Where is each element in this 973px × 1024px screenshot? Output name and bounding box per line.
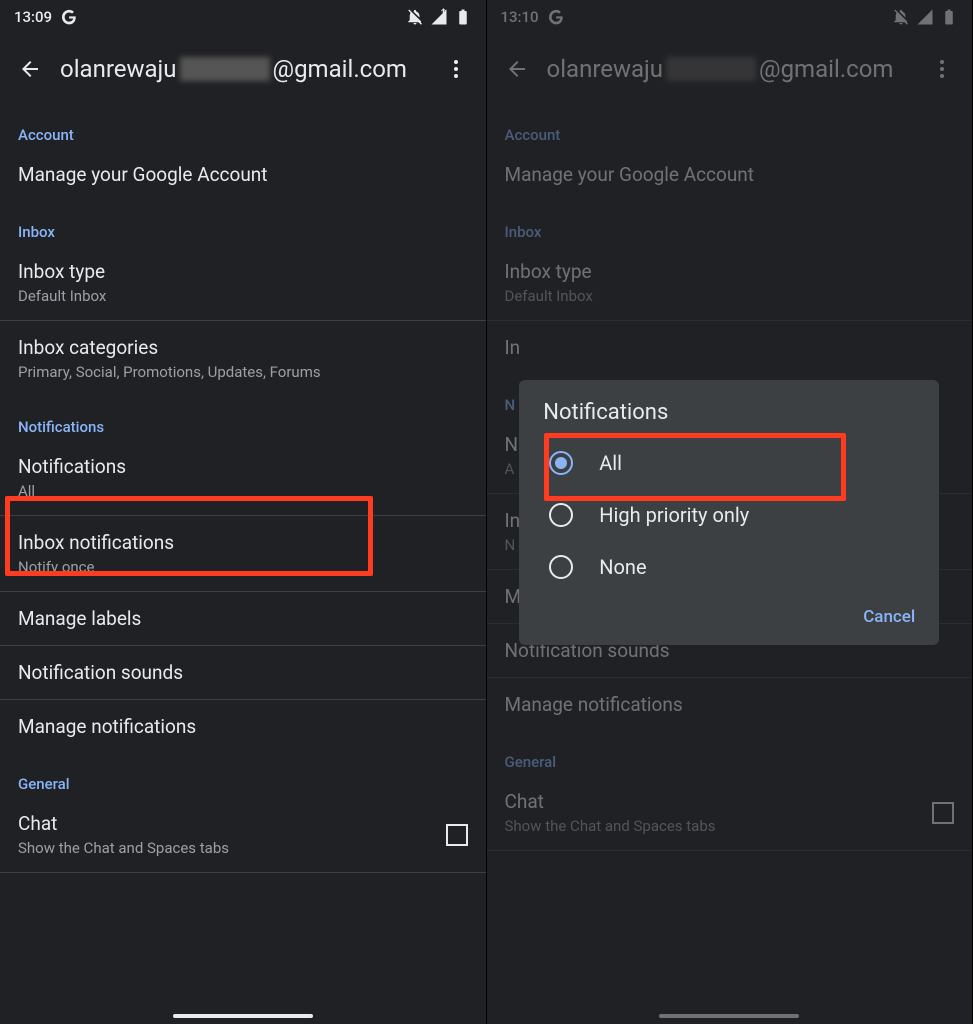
radio-icon[interactable] <box>549 451 573 475</box>
section-account: Account <box>0 104 486 148</box>
battery-icon <box>454 8 472 26</box>
account-email: olanrewaju @gmail.com <box>60 55 426 83</box>
more-vert-icon[interactable] <box>444 57 468 81</box>
email-suffix: @gmail.com <box>273 55 407 83</box>
notifications-dialog: Notifications All High priority only Non… <box>519 380 939 645</box>
inbox-categories-title: Inbox categories <box>18 336 321 359</box>
app-bar: olanrewaju @gmail.com <box>0 34 486 104</box>
row-inbox-categories[interactable]: Inbox categories Primary, Social, Promot… <box>0 321 486 396</box>
inbox-categories-sub: Primary, Social, Promotions, Updates, Fo… <box>18 363 321 381</box>
notifications-title: Notifications <box>18 455 126 478</box>
manage-notifications-label: Manage notifications <box>18 715 196 738</box>
status-time: 13:09 <box>14 8 52 26</box>
row-inbox-type[interactable]: Inbox type Default Inbox <box>0 245 486 320</box>
manage-labels-label: Manage labels <box>18 607 141 630</box>
notifications-sub: All <box>18 482 126 500</box>
row-chat[interactable]: Chat Show the Chat and Spaces tabs <box>0 797 486 872</box>
section-notifications: Notifications <box>0 396 486 440</box>
dialog-overlay[interactable]: Notifications All High priority only Non… <box>487 0 973 1024</box>
email-prefix: olanrewaju <box>60 55 177 83</box>
inbox-notifications-sub: Notify once <box>18 558 174 576</box>
row-manage-account[interactable]: Manage your Google Account <box>0 148 486 201</box>
chat-sub: Show the Chat and Spaces tabs <box>18 839 229 857</box>
screen-left: 13:09 olanrewaju @gmail.com <box>0 0 487 1024</box>
section-inbox: Inbox <box>0 201 486 245</box>
redacted-segment <box>180 57 270 81</box>
row-notification-sounds[interactable]: Notification sounds <box>0 646 486 699</box>
inbox-type-sub: Default Inbox <box>18 287 106 305</box>
row-notifications[interactable]: Notifications All <box>0 440 486 515</box>
radio-label-high: High priority only <box>599 503 749 527</box>
manage-account-label: Manage your Google Account <box>18 163 268 186</box>
row-manage-labels[interactable]: Manage labels <box>0 592 486 645</box>
home-indicator[interactable] <box>173 1014 313 1018</box>
radio-label-none: None <box>599 555 646 579</box>
radio-icon[interactable] <box>549 503 573 527</box>
chat-checkbox[interactable] <box>446 824 468 846</box>
screen-right: 13:10 olanrewaju @gmail.com <box>487 0 973 1024</box>
radio-option-high[interactable]: High priority only <box>519 489 939 541</box>
row-inbox-notifications[interactable]: Inbox notifications Notify once <box>0 516 486 591</box>
google-icon <box>60 8 78 26</box>
row-manage-notifications[interactable]: Manage notifications <box>0 700 486 753</box>
dnd-icon <box>406 8 424 26</box>
divider <box>0 872 486 873</box>
notification-sounds-label: Notification sounds <box>18 661 183 684</box>
status-bar: 13:09 <box>0 0 486 34</box>
radio-option-all[interactable]: All <box>519 437 939 489</box>
radio-icon[interactable] <box>549 555 573 579</box>
back-icon[interactable] <box>18 57 42 81</box>
radio-option-none[interactable]: None <box>519 541 939 593</box>
chat-title: Chat <box>18 812 229 835</box>
inbox-notifications-title: Inbox notifications <box>18 531 174 554</box>
section-general: General <box>0 753 486 797</box>
inbox-type-title: Inbox type <box>18 260 106 283</box>
signal-icon <box>430 8 448 26</box>
radio-label-all: All <box>599 451 622 475</box>
cancel-button[interactable]: Cancel <box>863 607 915 627</box>
dialog-title: Notifications <box>519 400 939 437</box>
